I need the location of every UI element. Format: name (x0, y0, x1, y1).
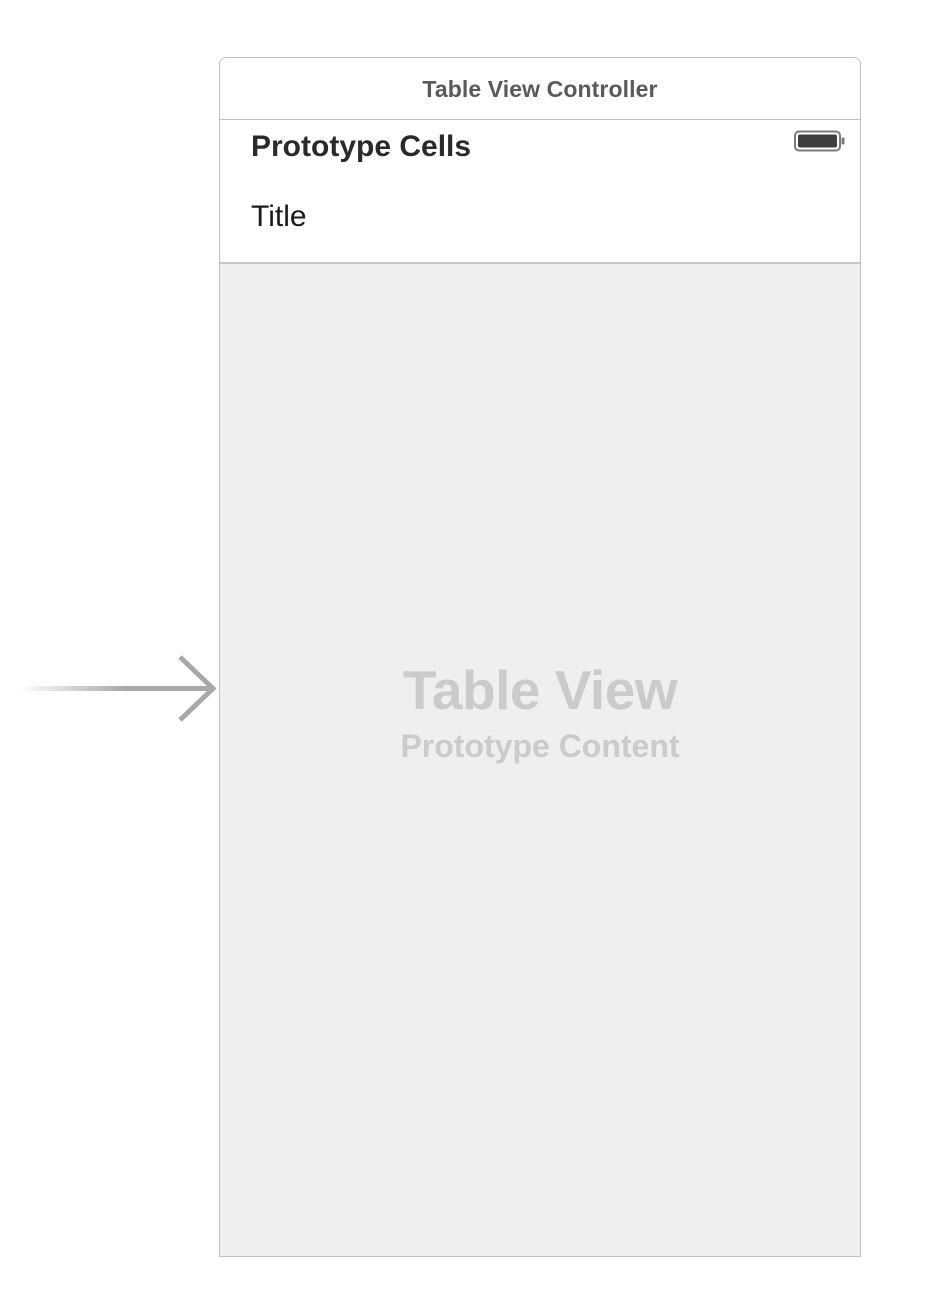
section-title: Prototype Cells (251, 130, 472, 163)
entry-point-arrow-icon[interactable] (20, 652, 220, 724)
battery-icon (794, 130, 845, 152)
cell-title-label: Title (251, 200, 307, 233)
table-header[interactable]: Prototype Cells Title (220, 120, 860, 264)
table-view-placeholder: Table View Prototype Content (220, 658, 860, 770)
table-view-controller-scene[interactable]: Table View Controller Prototype Cells Ti… (219, 57, 861, 1257)
scene-title-bar[interactable]: Table View Controller (220, 58, 860, 120)
scene-title: Table View Controller (422, 76, 658, 102)
placeholder-title: Table View (402, 659, 678, 721)
placeholder-subtitle: Prototype Content (400, 728, 680, 764)
prototype-cell[interactable]: Title (220, 190, 860, 262)
